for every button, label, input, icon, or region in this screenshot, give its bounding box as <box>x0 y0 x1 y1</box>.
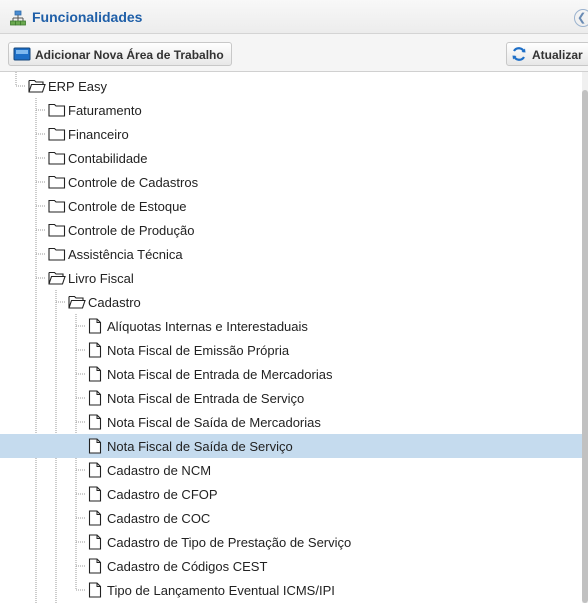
folder-icon <box>48 126 66 146</box>
tree-item-cadastro-tipo-prestacao[interactable]: Cadastro de Tipo de Prestação de Serviço <box>0 530 582 554</box>
tree-node-label: Controle de Estoque <box>68 199 187 214</box>
folder-open-icon <box>28 78 46 98</box>
tree-item-cadastro-cfop[interactable]: Cadastro de CFOP <box>0 482 582 506</box>
panel-header: Funcionalidades ❮ <box>0 0 588 34</box>
collapse-panel-button[interactable]: ❮ <box>574 9 588 27</box>
tree-node-controle-de-cadastros[interactable]: Controle de Cadastros <box>0 170 582 194</box>
file-icon <box>88 366 102 387</box>
tree-node-label: Cadastro <box>88 295 141 310</box>
file-icon <box>88 438 102 459</box>
tree-node-contabilidade[interactable]: Contabilidade <box>0 146 582 170</box>
tree-node-label: Alíquotas Internas e Interestaduais <box>107 319 308 334</box>
file-icon <box>88 342 102 363</box>
tree-item-nf-entrada-mercadorias[interactable]: Nota Fiscal de Entrada de Mercadorias <box>0 362 582 386</box>
folder-open-icon <box>48 270 66 290</box>
tree-item-nf-saida-mercadorias[interactable]: Nota Fiscal de Saída de Mercadorias <box>0 410 582 434</box>
tree-node-cadastro[interactable]: Cadastro <box>0 290 582 314</box>
folder-icon <box>48 102 66 122</box>
tree-node-label: Faturamento <box>68 103 142 118</box>
tree-node-root[interactable]: ERP Easy <box>0 74 582 98</box>
refresh-button[interactable]: Atualizar <box>506 42 588 66</box>
add-workspace-button[interactable]: Adicionar Nova Área de Trabalho <box>8 42 232 66</box>
tree-item-cadastro-codigos-cest[interactable]: Cadastro de Códigos CEST <box>0 554 582 578</box>
tree-node-label: Controle de Cadastros <box>68 175 199 190</box>
tree-item-nf-emissao-propria[interactable]: Nota Fiscal de Emissão Própria <box>0 338 582 362</box>
sitemap-icon <box>10 10 26 26</box>
file-icon <box>88 534 102 555</box>
folder-icon <box>48 150 66 170</box>
folder-icon <box>48 198 66 218</box>
file-icon <box>88 582 102 603</box>
refresh-icon <box>512 47 526 61</box>
file-icon <box>88 486 102 507</box>
tree-node-label: Tipo de Lançamento Eventual ICMS/IPI <box>107 583 335 598</box>
folder-icon <box>48 174 66 194</box>
tree-node-controle-de-producao[interactable]: Controle de Produção <box>0 218 582 242</box>
vertical-scrollbar[interactable] <box>582 72 588 603</box>
refresh-label: Atualizar <box>532 48 583 62</box>
tree-node-label: Nota Fiscal de Entrada de Mercadorias <box>107 367 333 382</box>
tree-node-faturamento[interactable]: Faturamento <box>0 98 582 122</box>
folder-icon <box>48 222 66 242</box>
tree-node-label: Nota Fiscal de Emissão Própria <box>107 343 290 358</box>
tree-node-label: Assistência Técnica <box>68 247 183 262</box>
tree-node-label: Nota Fiscal de Saída de Mercadorias <box>107 415 321 430</box>
file-icon <box>88 510 102 531</box>
functionality-tree: ERP Easy Faturamento Financeiro Contabilida… <box>0 72 582 603</box>
file-icon <box>88 414 102 435</box>
tree-item-nf-saida-servico[interactable]: Nota Fiscal de Saída de Serviço <box>0 434 582 458</box>
file-icon <box>88 558 102 579</box>
tree-item-cadastro-coc[interactable]: Cadastro de COC <box>0 506 582 530</box>
tree-node-label: Cadastro de Tipo de Prestação de Serviço <box>107 535 352 550</box>
tree-node-label: Nota Fiscal de Saída de Serviço <box>107 439 293 454</box>
file-icon <box>88 390 102 411</box>
file-icon <box>88 318 102 339</box>
tree-node-label: Cadastro de NCM <box>107 463 212 478</box>
tree-node-assistencia-tecnica[interactable]: Assistência Técnica <box>0 242 582 266</box>
monitor-icon <box>13 47 31 61</box>
tree-node-label: ERP Easy <box>48 79 108 94</box>
tree-node-label: Cadastro de COC <box>107 511 211 526</box>
scrollbar-thumb[interactable] <box>582 90 588 603</box>
panel-title: Funcionalidades <box>32 9 143 25</box>
tree-node-label: Livro Fiscal <box>68 271 134 286</box>
tree-node-label: Financeiro <box>68 127 129 142</box>
tree-node-label: Contabilidade <box>68 151 148 166</box>
tree-item-cadastro-ncm[interactable]: Cadastro de NCM <box>0 458 582 482</box>
tree-node-label: Cadastro de Códigos CEST <box>107 559 268 574</box>
tree-node-label: Controle de Produção <box>68 223 195 238</box>
add-workspace-label: Adicionar Nova Área de Trabalho <box>35 48 224 62</box>
folder-open-icon <box>68 294 86 314</box>
tree-node-label: Cadastro de CFOP <box>107 487 218 502</box>
tree-item-tipo-lancamento-eventual[interactable]: Tipo de Lançamento Eventual ICMS/IPI <box>0 578 582 602</box>
tree-item-aliquotas[interactable]: Alíquotas Internas e Interestaduais <box>0 314 582 338</box>
folder-icon <box>48 246 66 266</box>
toolbar: Adicionar Nova Área de Trabalho Atualiza… <box>0 34 588 72</box>
tree-item-nf-entrada-servico[interactable]: Nota Fiscal de Entrada de Serviço <box>0 386 582 410</box>
file-icon <box>88 462 102 483</box>
tree-node-livro-fiscal[interactable]: Livro Fiscal <box>0 266 582 290</box>
tree-node-label: Nota Fiscal de Entrada de Serviço <box>107 391 305 406</box>
tree-node-financeiro[interactable]: Financeiro <box>0 122 582 146</box>
tree-node-controle-de-estoque[interactable]: Controle de Estoque <box>0 194 582 218</box>
